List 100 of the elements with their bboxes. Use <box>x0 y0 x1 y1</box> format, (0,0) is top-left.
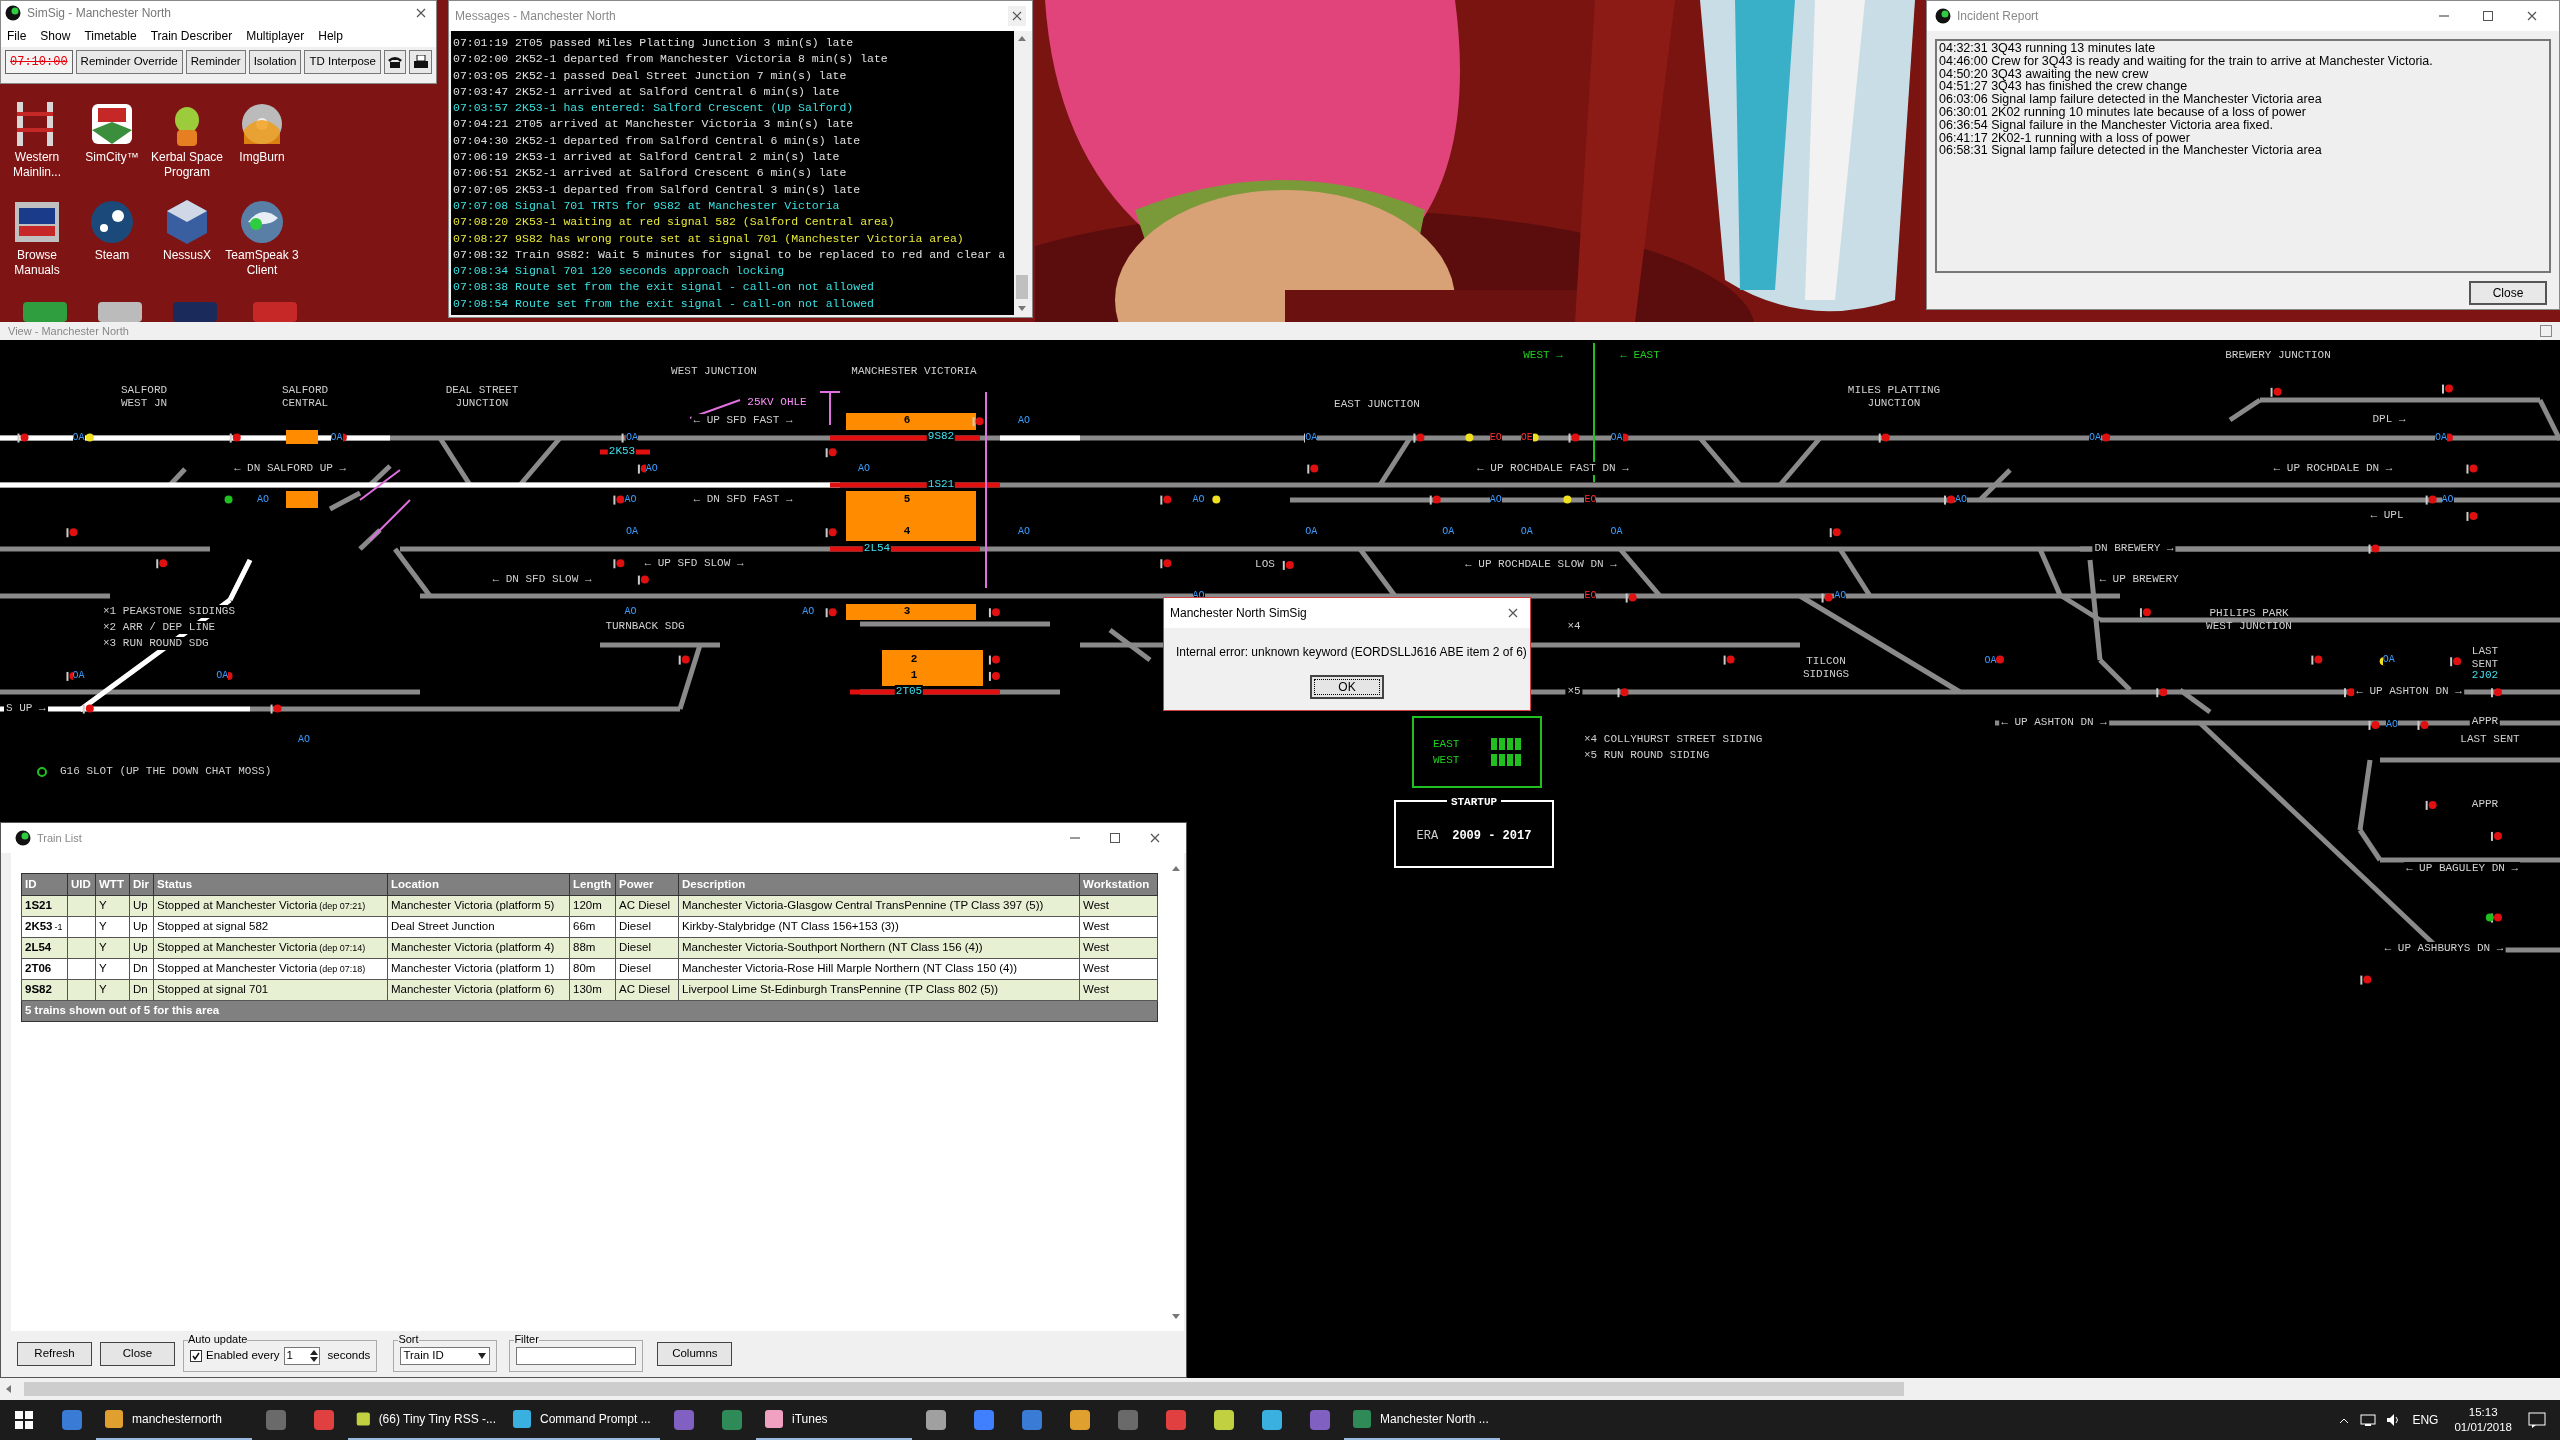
message-line: 07:04:30 2K52-1 departed from Salford Central 6 min(s) late <box>453 132 862 149</box>
column-header[interactable]: UID <box>67 873 96 896</box>
train-berth: 2T05 <box>894 685 924 698</box>
menu-item[interactable]: Timetable <box>84 27 137 45</box>
incident-line: 06:58:31 Signal lamp failure detected in the Manchester Victoria area <box>1939 144 2323 158</box>
column-header[interactable]: ID <box>21 873 68 896</box>
direction-label: WEST <box>1433 753 1461 768</box>
printer-button[interactable] <box>409 50 432 74</box>
message-line: 07:06:51 2K52-1 arrived at Salford Crescent 6 min(s) late <box>453 165 848 182</box>
column-header[interactable]: Power <box>615 873 679 896</box>
app-logo-icon <box>5 5 21 21</box>
window-title: Messages - Manchester North <box>455 8 617 25</box>
direction-label: ← EAST <box>1620 349 1660 362</box>
table-cell: Up <box>129 916 154 938</box>
icon-label[interactable]: SimCity™ <box>75 150 149 165</box>
track-label: ← UP ASHTON DN → <box>2354 685 2464 698</box>
maximize-button[interactable] <box>2540 325 2552 337</box>
menu-item[interactable]: File <box>7 27 27 45</box>
table-cell: AC Diesel <box>615 895 679 917</box>
icon-label[interactable]: Steam <box>75 248 149 263</box>
taskbar-app-button[interactable]: iTunes <box>756 1400 912 1440</box>
menu-item[interactable]: Help <box>318 27 343 45</box>
taskbar-app-button[interactable]: Command Prompt ... <box>504 1400 660 1440</box>
column-header[interactable]: Length <box>569 873 616 896</box>
train-id-cell: 1S21 <box>25 899 52 912</box>
close-button[interactable] <box>1008 6 1026 26</box>
track-label: ← DN SFD FAST → <box>691 493 795 506</box>
icon-label[interactable]: ImgBurn <box>225 150 299 165</box>
window-title: Incident Report <box>1957 8 2040 25</box>
track-label: DN BREWERY → <box>2092 542 2176 555</box>
incident-line: 04:51:27 3Q43 has finished the crew change <box>1939 80 2188 94</box>
message-line: 07:01:19 2T05 passed Miles Platting Junction 3 min(s) late <box>453 35 855 51</box>
table-cell: Deal Street Junction <box>387 916 570 938</box>
signal-plate: OA <box>626 431 639 443</box>
track-label: ×5 <box>1565 685 1583 698</box>
table-cell: Diesel <box>615 958 679 980</box>
taskbar-app-button[interactable]: Manchester North ... <box>1344 1400 1500 1440</box>
app-icon <box>1213 1409 1235 1431</box>
enabled-checkbox[interactable] <box>190 1350 202 1362</box>
ok-button[interactable]: OK <box>1310 675 1384 699</box>
icon-label[interactable]: Browse Manuals <box>0 248 74 278</box>
menu-item[interactable]: Train Describer <box>150 27 233 45</box>
icon-label[interactable]: NessusX <box>150 248 224 263</box>
group-label: Auto update <box>188 1333 248 1345</box>
columns-button[interactable]: Columns <box>657 1342 733 1366</box>
app-icon <box>764 1409 784 1429</box>
table-cell: Kirkby-Stalybridge (NT Class 156+153 (3)) <box>678 916 1080 938</box>
column-header[interactable]: Description <box>678 873 1080 896</box>
close-icon <box>1508 608 1518 618</box>
icon-label[interactable]: Kerbal Space Program <box>150 150 224 180</box>
message-line: 07:03:05 2K52-1 passed Deal Street Junction 7 min(s) late <box>453 67 848 84</box>
column-header[interactable]: Workstation <box>1079 873 1158 896</box>
scroll-thumb[interactable] <box>24 1382 1904 1396</box>
toolbar-button[interactable]: Reminder <box>185 50 246 74</box>
location-label: SALFORD WEST JN <box>119 384 169 410</box>
taskbar-app-button[interactable]: manchesternorth <box>96 1400 252 1440</box>
message-line: 07:04:21 2T05 arrived at Manchester Victoria 3 min(s) late <box>453 116 855 133</box>
toolbar-button[interactable]: Reminder Override <box>75 50 183 74</box>
horizontal-scrollbar[interactable] <box>0 1378 2560 1400</box>
taskbar-date[interactable]: 01/01/2018 <box>2454 1420 2512 1435</box>
signal-plate: AO <box>645 462 658 474</box>
notification-icon <box>2528 1412 2546 1428</box>
table-cell: Dn <box>129 958 154 980</box>
taskbar-time[interactable]: 15:13 <box>2468 1405 2498 1420</box>
platform-number: 3 <box>903 605 911 618</box>
column-header[interactable]: Location <box>387 873 570 896</box>
language-indicator[interactable]: ENG <box>2412 1411 2439 1429</box>
filter-field[interactable] <box>516 1347 637 1365</box>
sort-dropdown[interactable]: Train ID <box>400 1347 491 1365</box>
close-icon <box>1150 833 1160 843</box>
column-header[interactable]: Status <box>153 873 388 896</box>
menu-item[interactable]: Show <box>40 27 71 45</box>
location-label: MILES PLATTING JUNCTION <box>1846 384 1942 410</box>
platform-number: 5 <box>903 493 911 506</box>
app-icon <box>104 1409 124 1429</box>
taskbar-app-button[interactable]: (66) Tiny Tiny RSS -... <box>348 1400 504 1440</box>
toolbar-button[interactable]: Refresh <box>17 1342 92 1366</box>
printer-icon <box>412 55 429 69</box>
dialog-title: Manchester North SimSig <box>1170 605 1308 622</box>
train-id-cell: 2T06 <box>25 962 52 975</box>
icon-label[interactable]: TeamSpeak 3 Client <box>225 248 299 278</box>
column-header[interactable]: Dir <box>129 873 154 896</box>
column-header[interactable]: WTT <box>95 873 130 896</box>
toolbar-button[interactable]: TD Interpose <box>304 50 381 74</box>
icon-label[interactable]: Western Mainlin... <box>0 150 74 180</box>
interval-spinner[interactable]: 1 <box>283 1347 320 1365</box>
app-icon <box>1352 1409 1372 1429</box>
menu-item[interactable]: Multiplayer <box>246 27 305 45</box>
scroll-thumb[interactable] <box>1016 275 1028 299</box>
toolbar-button[interactable]: Isolation <box>248 50 302 74</box>
direction-label: EAST <box>1433 736 1461 752</box>
telephone-button[interactable] <box>383 50 407 74</box>
platform-number: 1 <box>910 669 918 682</box>
table-cell: Manchester Victoria (platform 6) <box>387 979 570 1001</box>
table-cell: Manchester Victoria-Rose Hill Marple Northern (NT Class 150 (4)) <box>678 958 1080 980</box>
table-cell: Manchester Victoria-Glasgow Central TransPennine (TP Class 397 (5)) <box>678 895 1080 917</box>
message-line: 07:08:32 Train 9S82: Wait 5 minutes for signal to be replaced to red and clear a <box>453 246 1007 263</box>
close-button[interactable]: Close <box>2469 281 2547 305</box>
table-cell: Y <box>95 958 130 980</box>
toolbar-button[interactable]: Close <box>100 1342 175 1366</box>
